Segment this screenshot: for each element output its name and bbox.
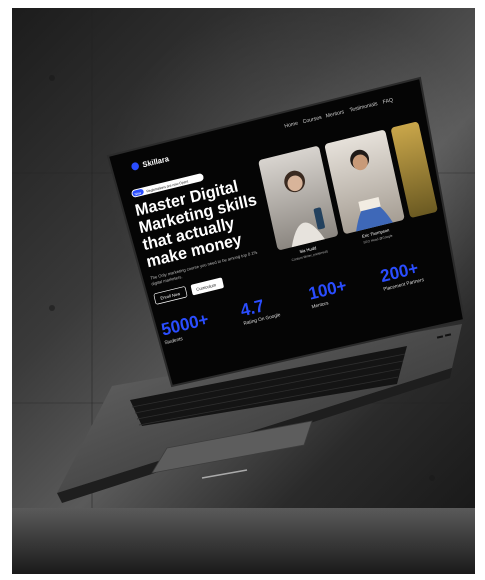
laptop-scene: Skillara Home Courses Mentors Testimonia… [12,8,475,574]
laptop-notch [201,469,248,479]
wall-bolt [49,305,55,311]
floor [12,508,475,574]
wall-bolt [429,475,435,481]
scene-background: Skillara Home Courses Mentors Testimonia… [12,8,475,574]
wall-bolt [49,75,55,81]
